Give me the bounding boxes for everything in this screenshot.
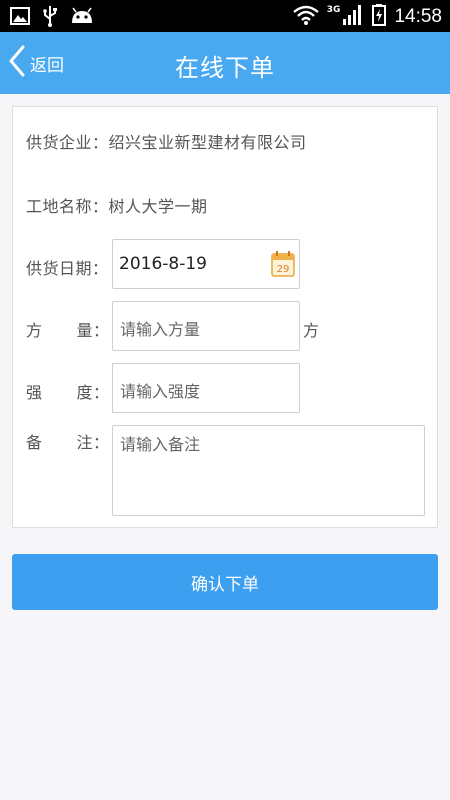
confirm-order-button[interactable]: 确认下单 — [12, 554, 438, 610]
page-title: 在线下单 — [175, 54, 275, 82]
strength-label: 强 度： — [26, 379, 110, 403]
site-value: 树人大学一期 — [108, 197, 208, 216]
network-type: 3G — [326, 5, 341, 15]
clock: 14:58 — [394, 6, 442, 27]
supplier-label: 供货企业： — [26, 133, 109, 152]
battery-icon — [372, 4, 387, 30]
strength-input[interactable]: 请输入强度 — [112, 363, 300, 413]
strength-placeholder: 请输入强度 — [120, 382, 201, 401]
date-field[interactable]: 2016-8-19 29 — [112, 239, 300, 289]
remark-label: 备 注： — [26, 429, 110, 453]
volume-label-a: 方 — [26, 321, 43, 340]
order-form: 供货企业：绍兴宝业新型建材有限公司 工地名称：树人大学一期 供货日期： 2016… — [12, 106, 438, 528]
status-bar: 3G 14:58 — [0, 0, 450, 32]
image-icon — [10, 6, 30, 30]
volume-unit: 方 — [303, 321, 320, 340]
strength-label-a: 强 — [26, 383, 43, 402]
site-row: 工地名称：树人大学一期 — [26, 193, 208, 217]
calendar-day: 29 — [277, 264, 290, 275]
volume-input[interactable]: 请输入方量 — [112, 301, 300, 351]
android-icon — [70, 7, 94, 29]
supplier-value: 绍兴宝业新型建材有限公司 — [108, 133, 307, 152]
supplier-row: 供货企业：绍兴宝业新型建材有限公司 — [26, 129, 307, 153]
remark-placeholder: 请输入备注 — [120, 435, 201, 454]
strength-label-b: 度： — [76, 383, 110, 402]
wifi-icon — [293, 5, 319, 29]
remark-label-a: 备 — [26, 433, 43, 452]
volume-placeholder: 请输入方量 — [120, 320, 201, 339]
volume-label-b: 量： — [76, 321, 110, 340]
remark-textarea[interactable]: 请输入备注 — [112, 425, 425, 516]
usb-icon — [42, 5, 58, 31]
volume-label: 方 量： — [26, 317, 110, 341]
title-bar: 返回 在线下单 — [0, 32, 450, 94]
date-value: 2016-8-19 — [119, 254, 207, 274]
calendar-icon[interactable]: 29 — [271, 251, 295, 281]
date-label: 供货日期： — [26, 259, 109, 278]
site-label: 工地名称： — [26, 197, 109, 216]
remark-label-b: 注： — [76, 433, 110, 452]
signal-icon — [342, 4, 364, 30]
